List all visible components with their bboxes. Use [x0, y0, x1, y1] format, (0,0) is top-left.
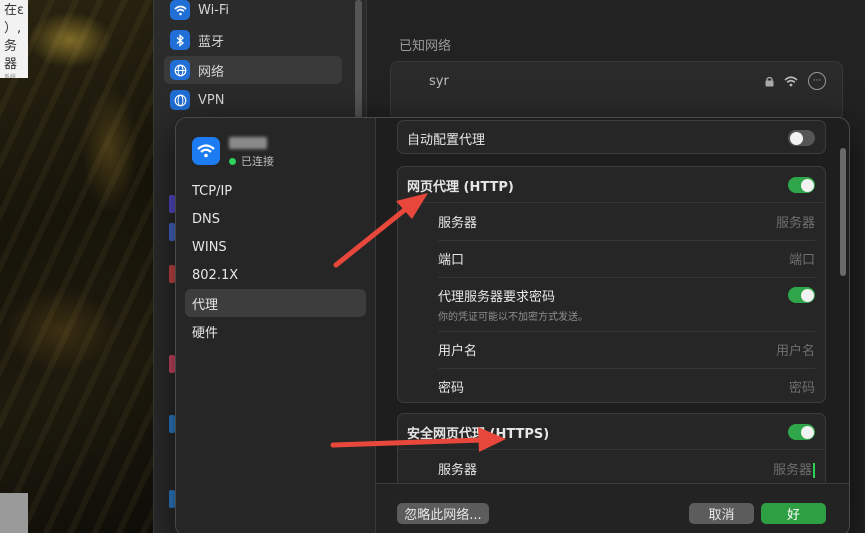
network-name: [229, 135, 267, 150]
nav-item-hardware[interactable]: 硬件: [185, 317, 366, 345]
network-details-dialog: 已连接 TCP/IP DNS WINS 802.1X 代理 硬件 自动配置代理 …: [175, 117, 850, 533]
sidebar-item-vpn[interactable]: VPN: [164, 86, 342, 114]
vpn-icon: [170, 90, 190, 110]
cancel-button[interactable]: 取消: [689, 503, 754, 524]
sidebar-scrollbar[interactable]: [355, 0, 362, 118]
http-port-label: 端口: [438, 253, 465, 268]
http-proxy-toggle[interactable]: [788, 177, 815, 193]
forget-network-button[interactable]: 忽略此网络...: [397, 503, 489, 524]
nav-item-tcpip[interactable]: TCP/IP: [185, 177, 366, 205]
bluetooth-icon: [170, 30, 190, 50]
sidebar-item-label: Wi-Fi: [198, 2, 230, 18]
sidebar-item-bluetooth[interactable]: 蓝牙: [164, 26, 342, 54]
http-auth-toggle[interactable]: [788, 287, 815, 303]
https-server-input[interactable]: 服务器: [773, 459, 815, 478]
http-username-label: 用户名: [438, 344, 478, 359]
wifi-icon: [170, 0, 190, 20]
http-password-row: 密码 密码: [398, 368, 825, 402]
background-document: 在ε ）, 务器 系统: [0, 0, 28, 78]
connection-status-label: 已连接: [241, 155, 274, 168]
proxy-settings-panel: 自动配置代理 网页代理 (HTTP) 服务器 服务器 端口 端口 代理服务器要求…: [376, 118, 849, 533]
http-auth-label: 代理服务器要求密码: [438, 289, 556, 305]
sidebar-item-wifi[interactable]: Wi-Fi: [164, 0, 342, 24]
wifi-icon: [192, 137, 220, 165]
dialog-sidebar: 已连接 TCP/IP DNS WINS 802.1X 代理 硬件: [176, 118, 376, 533]
dialog-footer: 忽略此网络... 取消 好: [376, 483, 849, 533]
auto-proxy-card: 自动配置代理: [397, 120, 826, 154]
text-caret: [813, 462, 815, 478]
https-proxy-toggle[interactable]: [788, 424, 815, 440]
desktop-wallpaper: [0, 0, 153, 533]
known-network-name[interactable]: syr: [429, 74, 449, 89]
nav-item-wins[interactable]: WINS: [185, 233, 366, 261]
connection-status: 已连接: [229, 153, 274, 169]
background-panel: [0, 493, 28, 533]
wifi-signal-icon: [784, 75, 798, 86]
known-networks-list: syr ···: [390, 61, 843, 121]
doc-line: 务器: [4, 39, 18, 72]
nav-item-dns[interactable]: DNS: [185, 205, 366, 233]
sidebar-item-label: VPN: [198, 92, 225, 108]
nav-item-proxy[interactable]: 代理: [185, 289, 366, 317]
nav-item-8021x[interactable]: 802.1X: [185, 261, 366, 289]
http-server-row: 服务器 服务器: [398, 203, 825, 240]
http-password-input[interactable]: 密码: [789, 377, 815, 396]
http-auth-note: 你的凭证可能以不加密方式发送。: [438, 311, 588, 323]
http-password-label: 密码: [438, 380, 465, 396]
sidebar-item-label: 网络: [198, 64, 225, 80]
doc-line: ）,: [4, 21, 22, 36]
https-proxy-card: 安全网页代理 (HTTPS) 服务器 服务器: [397, 413, 826, 493]
http-proxy-card: 网页代理 (HTTP) 服务器 服务器 端口 端口 代理服务器要求密码 你的凭证…: [397, 166, 826, 403]
http-port-input[interactable]: 端口: [789, 249, 815, 268]
auto-proxy-toggle[interactable]: [788, 130, 815, 146]
http-server-input[interactable]: 服务器: [776, 212, 815, 231]
sidebar-item-label: 蓝牙: [198, 34, 225, 50]
globe-icon: [170, 60, 190, 80]
http-username-row: 用户名 用户名: [398, 331, 825, 368]
http-auth-row: 代理服务器要求密码 你的凭证可能以不加密方式发送。: [398, 277, 825, 331]
auto-proxy-label: 自动配置代理: [407, 132, 486, 148]
sidebar-item-network[interactable]: 网络: [164, 56, 342, 84]
panel-scrollbar[interactable]: [840, 148, 846, 276]
https-proxy-label: 安全网页代理 (HTTPS): [407, 426, 550, 442]
http-proxy-label: 网页代理 (HTTP): [407, 179, 514, 195]
redacted-network-name: [229, 136, 267, 149]
https-server-row: 服务器 服务器: [398, 450, 825, 486]
connected-dot-icon: [229, 157, 236, 165]
lock-icon: [765, 76, 774, 86]
doc-line: 在ε: [4, 3, 25, 18]
http-port-row: 端口 端口: [398, 240, 825, 277]
more-options-icon[interactable]: ···: [808, 72, 826, 90]
known-networks-title: 已知网络: [399, 39, 452, 54]
http-username-input[interactable]: 用户名: [776, 340, 815, 359]
http-server-label: 服务器: [438, 216, 478, 231]
doc-tiny-text: 系统: [4, 74, 17, 78]
https-server-label: 服务器: [438, 462, 478, 478]
ok-button[interactable]: 好: [761, 503, 826, 524]
